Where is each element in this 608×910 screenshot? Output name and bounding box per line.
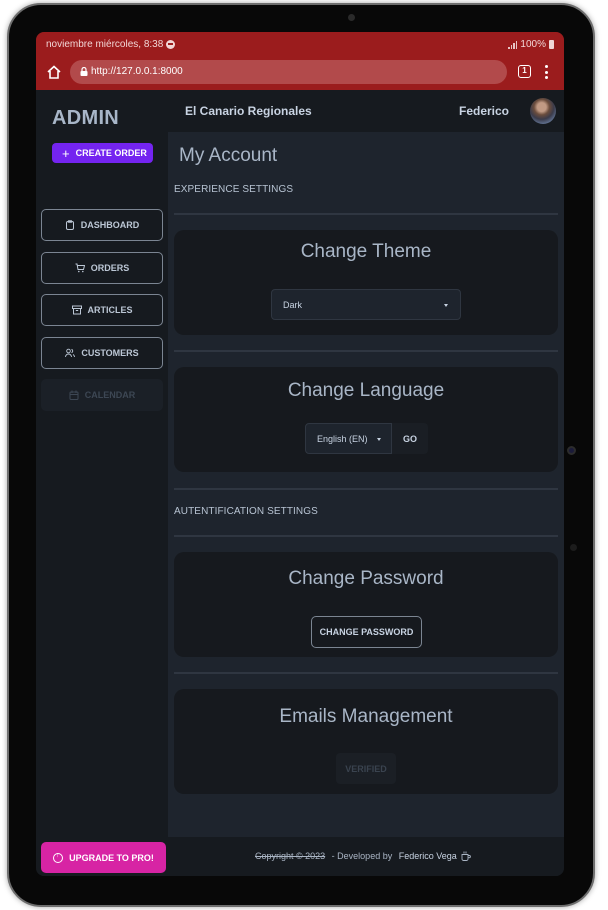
browser-chrome: noviembre miércoles, 8:38 100% http://12… [36,32,564,90]
site-name[interactable]: El Canario Regionales [185,104,312,118]
developed-by: - Developed by [329,851,395,861]
verified-button: VERIFIED [336,753,396,784]
theme-select[interactable]: Dark [271,289,461,320]
url-row: http://127.0.0.1:8000 1 [36,56,564,90]
create-order-label: CREATE ORDER [75,148,147,158]
screen: noviembre miércoles, 8:38 100% http://12… [36,32,564,876]
sidebar-item-customers[interactable]: CUSTOMERS [41,336,163,369]
address-bar[interactable]: http://127.0.0.1:8000 [70,60,507,84]
sidebar-item-label: DASHBOARD [80,220,140,230]
divider [174,672,558,674]
user-name[interactable]: Federico [459,104,509,118]
sidebar-item-label: CUSTOMERS [81,347,139,358]
sidebar-item-label: ORDERS [90,262,130,273]
author-link[interactable]: Federico Vega [399,851,457,861]
password-card: Change Password CHANGE PASSWORD [174,552,558,657]
divider [174,488,558,490]
copyright: Copyright © 2023 [255,851,326,861]
archive-icon [71,305,82,315]
front-camera [348,14,355,21]
language-form: English (EN) GO [305,423,428,454]
experience-settings-label: EXPERIENCE SETTINGS [174,184,294,195]
plus-icon: + [62,145,70,161]
clipboard-icon [65,220,74,230]
sidebar: ADMIN + CREATE ORDER DASHBOARD ORDERS AR… [36,90,168,876]
battery-percent: 100% [520,39,546,50]
footer-text: Copyright © 2023 - Developed by Federico… [255,851,471,861]
arrow-up-circle-icon [53,852,64,863]
upgrade-to-pro-button[interactable]: UPGRADE TO PRO! [41,842,166,873]
emails-card-title: Emails Management [279,706,453,727]
sidebar-nav: DASHBOARD ORDERS ARTICLES CUSTOMERS CALE… [41,209,163,422]
cart-icon [75,263,85,272]
calendar-icon [69,390,79,400]
lock-icon [80,67,88,76]
language-card: Change Language English (EN) GO [174,367,558,472]
top-navbar: El Canario Regionales Federico [168,90,564,132]
emails-card: Emails Management VERIFIED [174,689,558,794]
main-content: My Account EXPERIENCE SETTINGS Change Th… [168,132,564,837]
sidebar-item-dashboard[interactable]: DASHBOARD [41,209,163,241]
message-notification-icon [166,40,176,49]
brand-logo[interactable]: ADMIN [52,107,119,130]
go-button[interactable]: GO [392,423,428,454]
more-menu-icon[interactable] [544,65,548,79]
password-card-title: Change Password [288,568,444,589]
sidebar-item-articles[interactable]: ARTICLES [41,294,163,326]
avatar[interactable] [530,98,556,124]
divider [174,535,558,537]
chevron-down-icon [444,304,448,307]
coffee-icon [461,851,471,861]
side-camera [567,446,576,455]
language-select-value: English (EN) [317,434,368,444]
theme-card: Change Theme Dark [174,230,558,335]
change-password-button[interactable]: CHANGE PASSWORD [311,616,422,648]
page-title: My Account [179,145,278,166]
sidebar-item-orders[interactable]: ORDERS [41,251,163,284]
sidebar-item-label: CALENDAR [84,390,136,400]
divider [174,213,558,215]
upgrade-label: UPGRADE TO PRO! [69,852,154,863]
chevron-down-icon [377,438,381,441]
create-order-button[interactable]: + CREATE ORDER [52,143,153,163]
home-icon[interactable] [46,64,62,80]
side-sensor [570,544,577,551]
language-card-title: Change Language [287,380,445,401]
signal-icon [508,40,518,49]
status-bar: noviembre miércoles, 8:38 100% [36,32,564,56]
theme-card-title: Change Theme [300,241,432,262]
auth-settings-label: AUTENTIFICATION SETTINGS [174,506,318,517]
sidebar-item-label: ARTICLES [87,305,133,315]
status-datetime: noviembre miércoles, 8:38 [46,39,164,50]
footer: Copyright © 2023 - Developed by Federico… [168,837,564,876]
url-text: http://127.0.0.1:8000 [91,66,183,77]
divider [174,350,558,352]
language-select[interactable]: English (EN) [305,423,392,454]
users-icon [65,348,76,357]
battery-icon [549,40,554,49]
sidebar-item-calendar: CALENDAR [41,379,163,411]
theme-select-value: Dark [283,300,303,310]
tabs-icon[interactable]: 1 [518,65,531,78]
